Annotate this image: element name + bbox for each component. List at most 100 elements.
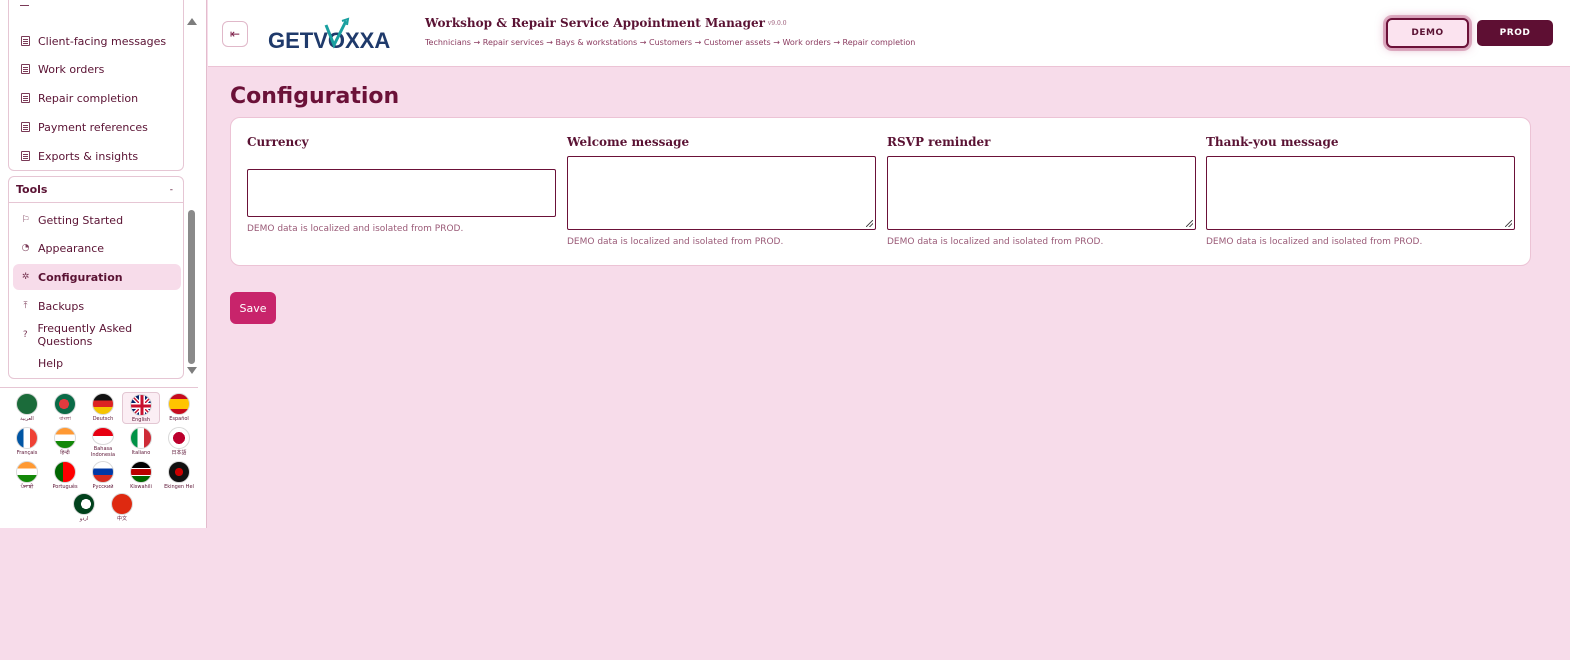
resize-handle-icon[interactable] [866,220,873,227]
flag-sa-icon [16,393,38,415]
sidebar-item-label: Work orders [38,62,105,76]
document-icon [20,93,31,104]
save-button[interactable]: Save [230,292,276,324]
language-picker: العربية বাংলা Deutsch English Español Fr… [8,392,198,526]
sidebar-item-repair-completion[interactable]: Repair completion [9,85,183,111]
language-option-hi[interactable]: हिन्दी [46,426,84,458]
resize-handle-icon[interactable] [1186,220,1193,227]
scrollbar-thumb[interactable] [188,210,195,364]
sidebar-item-backups[interactable]: ⤒ Backups [9,293,183,319]
flag-ke-icon [130,461,152,483]
document-icon [20,151,31,162]
resize-handle-icon[interactable] [1505,220,1512,227]
sidebar-item-label: Getting Started [38,213,124,227]
sidebar-item-exports-insights[interactable]: Exports & insights [9,143,183,169]
scroll-up-arrow-icon[interactable] [187,18,197,25]
flag-de-icon [92,393,114,415]
sidebar-item-label: Backups [38,299,85,313]
app-header: ⇤ GETVOXXA Workshop & Repair Service App… [208,0,1570,67]
flag-in-icon [16,461,38,483]
sidebar-item-client-facing-messages[interactable]: Client-facing messages [9,28,183,54]
flag-pk-icon [73,493,95,515]
language-option-ur[interactable]: اردو [65,492,103,524]
sidebar-nav: Client-facing messages Work orders Repai… [0,0,207,384]
nav-group-tools: Tools - ⚐ Getting Started ◔ Appearance ✲… [8,176,184,379]
flag-cn-icon [111,493,133,515]
app-flow-breadcrumb: Technicians → Repair services → Bays & w… [425,38,916,47]
flag-ru-icon [92,461,114,483]
sidebar-item-label: Client-facing messages [38,34,167,48]
language-option-en[interactable]: English [122,392,160,424]
sidebar-item-payment-references[interactable]: Payment references [9,114,183,140]
sidebar-item-label: Appearance [38,241,105,255]
thank-you-message-textarea[interactable] [1206,156,1515,230]
language-option-ar[interactable]: العربية [8,392,46,424]
tools-group-header[interactable]: Tools - [9,177,183,203]
collapse-toggle-icon: - [169,184,173,195]
sidebar-item-label: Help [38,356,64,370]
sidebar-item-help[interactable]: Help [9,350,183,376]
flag-fr-icon [16,427,38,449]
document-icon [20,64,31,75]
sidebar-item-work-orders[interactable]: Work orders [9,56,183,82]
language-option-fr[interactable]: Français [8,426,46,458]
language-option-zh[interactable]: 中文 [103,492,141,524]
palette-icon: ◔ [21,243,30,253]
gear-icon: ✲ [21,272,30,282]
flag-in-icon [54,427,76,449]
thank-you-message-hint: DEMO data is localized and isolated from… [1206,237,1423,247]
sidebar-collapse-icon: ⇤ [229,27,241,41]
sidebar-item-configuration[interactable]: ✲ Configuration [13,264,181,290]
sidebar-item-getting-started[interactable]: ⚐ Getting Started [9,207,183,233]
tools-group-title: Tools [16,183,48,196]
sidebar-item-faq[interactable]: ? Frequently Asked Questions [9,322,183,348]
page-title: Configuration [230,84,400,109]
app-title-text: Workshop & Repair Service Appointment Ma… [425,16,765,30]
configuration-form: Currency DEMO data is localized and isol… [230,117,1531,266]
app-title: Workshop & Repair Service Appointment Ma… [425,16,787,30]
nav-group-records: Client-facing messages Work orders Repai… [8,0,184,171]
sidebar-item-label: Repair completion [38,91,139,105]
welcome-message-label: Welcome message [567,135,690,149]
sidebar-item-label: Configuration [38,270,123,284]
document-icon [20,36,31,47]
flag-pt-icon [54,461,76,483]
currency-hint: DEMO data is localized and isolated from… [247,224,464,234]
flag-it-icon [130,427,152,449]
language-option-pa[interactable]: ਪੰਜਾਬੀ [8,460,46,492]
rsvp-reminder-textarea[interactable] [887,156,1196,230]
language-option-pt[interactable]: Português [46,460,84,492]
sidebar-item-label: Payment references [38,120,148,134]
welcome-message-textarea[interactable] [567,156,876,230]
language-option-ru[interactable]: Русский [84,460,122,492]
flag-icon: ⚐ [21,215,30,225]
sidebar-collapse-button[interactable]: ⇤ [222,21,248,47]
sidebar-item-appearance[interactable]: ◔ Appearance [9,235,183,261]
language-option-sw[interactable]: Kiswahili [122,460,160,492]
scroll-down-arrow-icon[interactable] [187,367,197,374]
language-option-bn[interactable]: বাংলা [46,392,84,424]
question-icon: ? [22,330,28,340]
language-option-it[interactable]: Italiano [122,426,160,458]
sidebar-item-label: Frequently Asked Questions [37,322,133,348]
prod-mode-button[interactable]: PROD [1477,20,1553,46]
rsvp-reminder-label: RSVP reminder [887,135,991,149]
welcome-message-hint: DEMO data is localized and isolated from… [567,237,784,247]
sidebar: Client-facing messages Work orders Repai… [0,0,207,528]
language-option-other[interactable]: Ekingen Hel [160,460,198,492]
flag-other-icon [168,461,190,483]
language-option-ja[interactable]: 日本語 [160,426,198,458]
currency-input[interactable] [247,169,556,217]
demo-mode-button[interactable]: DEMO [1386,18,1469,48]
language-option-de[interactable]: Deutsch [84,392,122,424]
document-icon [20,122,31,133]
upload-icon: ⤒ [23,301,28,311]
flag-jp-icon [168,427,190,449]
app-version: v9.0.0 [767,20,787,27]
language-option-es[interactable]: Español [160,392,198,424]
rsvp-reminder-hint: DEMO data is localized and isolated from… [887,237,1104,247]
sidebar-scrollbar[interactable] [186,14,198,376]
language-option-id[interactable]: Bahasa Indonesia [84,426,122,458]
currency-label: Currency [247,135,309,149]
divider [0,387,198,388]
